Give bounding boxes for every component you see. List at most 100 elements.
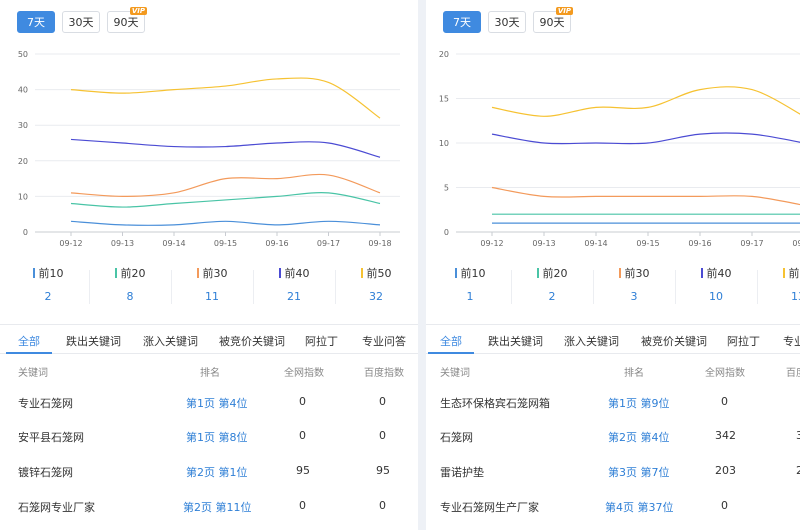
legend-item-top30[interactable]: 前30 11 — [171, 266, 253, 304]
tab-all[interactable]: 全部 — [440, 333, 462, 349]
legend-label: 前20 — [120, 267, 146, 280]
rank-link[interactable]: 第1页 第4位 — [186, 395, 248, 411]
ranking-trend-chart: 0 5 10 15 20 09-12 09-13 09-14 09-15 09-16 09-17 09… — [439, 50, 800, 248]
tab-dropped-keywords[interactable]: 跌出关键词 — [66, 333, 121, 349]
series-color-marker — [32, 268, 35, 278]
tab-aladdin[interactable]: 阿拉丁 — [305, 333, 338, 349]
all-index-cell: 0 — [299, 395, 306, 408]
legend-value: 10 — [709, 290, 723, 303]
tab-bidded-keywords[interactable]: 被竞价关键词 — [219, 333, 285, 349]
x-tick-label: 09-14 — [584, 239, 607, 248]
active-tab-indicator — [428, 352, 474, 354]
rank-link[interactable]: 第4页 第37位 — [605, 499, 674, 515]
vip-badge: VIP — [555, 7, 573, 15]
range-30d-button[interactable]: 30天 — [62, 11, 100, 33]
rank-link[interactable]: 第2页 第11位 — [183, 499, 252, 515]
legend: 前10 1 前20 2 前30 3 前40 10 前50 13 — [429, 266, 800, 304]
series-color-marker — [536, 268, 539, 278]
tab-bidded-keywords[interactable]: 被竞价关键词 — [641, 333, 707, 349]
series-line — [70, 192, 381, 208]
rank-link[interactable]: 第2页 第4位 — [608, 429, 670, 445]
x-tick-label: 09-16 — [688, 239, 711, 248]
column-keyword: 关键词 — [18, 368, 48, 379]
range-90d-button[interactable]: 90天 VIP — [107, 7, 147, 33]
legend-value: 2 — [44, 290, 52, 303]
y-tick-label: 30 — [18, 121, 28, 130]
tab-all[interactable]: 全部 — [18, 333, 40, 349]
tab-professional-qa[interactable]: 专业问答 — [783, 333, 800, 349]
tab-risen-keywords[interactable]: 涨入关键词 — [564, 333, 619, 349]
all-index-cell: 0 — [299, 429, 306, 442]
legend-label: 前20 — [542, 267, 568, 280]
ranking-panel-right: 7天 30天 90天 VIP 0 5 10 15 20 09-12 09-13 09-14 09-… — [426, 0, 800, 530]
y-tick-label: 10 — [18, 192, 28, 201]
column-all-index: 全网指数 — [284, 368, 324, 379]
legend-value: 2 — [548, 290, 556, 303]
series-color-marker — [700, 268, 703, 278]
keyword-cell[interactable]: 生态环保格宾石笼网箱 — [440, 395, 550, 411]
legend: 前10 2 前20 8 前30 11 前40 21 前50 32 — [7, 266, 417, 304]
y-tick-label: 20 — [18, 157, 28, 166]
x-tick-label: 09-14 — [162, 239, 185, 248]
range-30d-button[interactable]: 30天 — [488, 11, 526, 33]
legend-value: 1 — [466, 290, 474, 303]
all-index-cell: 342 — [715, 429, 736, 442]
range-7d-button[interactable]: 7天 — [443, 11, 481, 33]
rank-link[interactable]: 第3页 第7位 — [608, 464, 670, 480]
ranking-trend-chart: 0 10 20 30 40 50 09-12 09-13 09-14 09-15 09-16 09-1… — [18, 50, 400, 248]
legend-item-top30[interactable]: 前30 3 — [593, 266, 675, 304]
legend-value: 21 — [287, 290, 301, 303]
keyword-tabs: 全部 跌出关键词 涨入关键词 被竞价关键词 阿拉丁 专业问答 — [426, 325, 800, 354]
series-line — [70, 77, 381, 119]
legend-item-top50[interactable]: 前50 32 — [335, 266, 417, 304]
tab-risen-keywords[interactable]: 涨入关键词 — [143, 333, 198, 349]
legend-item-top40[interactable]: 前40 10 — [675, 266, 757, 304]
keyword-cell[interactable]: 雷诺护垫 — [440, 464, 484, 480]
all-index-cell: 0 — [721, 499, 728, 512]
rank-link[interactable]: 第1页 第8位 — [186, 429, 248, 445]
series-color-marker — [114, 268, 117, 278]
rank-link[interactable]: 第2页 第1位 — [186, 464, 248, 480]
legend-item-top20[interactable]: 前20 8 — [89, 266, 171, 304]
y-tick-label: 20 — [439, 50, 449, 59]
legend-label: 前30 — [202, 267, 228, 280]
range-7d-button[interactable]: 7天 — [17, 11, 55, 33]
column-baidu-index: 百度指数 — [364, 368, 404, 379]
all-index-cell: 203 — [715, 464, 736, 477]
range-90d-button[interactable]: 90天 VIP — [533, 7, 573, 33]
series-line — [491, 186, 800, 206]
keyword-cell[interactable]: 专业石笼网 — [18, 395, 73, 411]
legend-label: 前40 — [284, 267, 310, 280]
series-color-marker — [454, 268, 457, 278]
x-tick-label: 09-18 — [792, 239, 800, 248]
baidu-index-cell: 0 — [379, 429, 386, 442]
x-tick-label: 09-12 — [59, 239, 82, 248]
keyword-cell[interactable]: 安平县石笼网 — [18, 429, 84, 445]
y-tick-label: 0 — [444, 228, 449, 237]
column-rank: 排名 — [200, 368, 220, 379]
keyword-cell[interactable]: 石笼网专业厂家 — [18, 499, 95, 515]
y-tick-label: 10 — [439, 139, 449, 148]
all-index-cell: 0 — [299, 499, 306, 512]
keyword-cell[interactable]: 专业石笼网生产厂家 — [440, 499, 539, 515]
legend-item-top20[interactable]: 前20 2 — [511, 266, 593, 304]
ranking-panel-left: 7天 30天 90天 VIP 0 10 20 30 40 50 09-12 09-13 09-14… — [0, 0, 418, 530]
range-buttons: 7天 30天 90天 VIP — [17, 7, 147, 33]
legend-label: 前50 — [788, 267, 800, 280]
column-all-index: 全网指数 — [705, 368, 745, 379]
tab-aladdin[interactable]: 阿拉丁 — [727, 333, 760, 349]
series-line — [491, 86, 800, 117]
baidu-index-cell: 0 — [379, 499, 386, 512]
legend-item-top10[interactable]: 前10 1 — [429, 266, 511, 303]
tab-professional-qa[interactable]: 专业问答 — [362, 333, 406, 349]
rank-link[interactable]: 第1页 第9位 — [608, 395, 670, 411]
legend-item-top50[interactable]: 前50 13 — [757, 266, 800, 304]
x-tick-label: 09-12 — [480, 239, 503, 248]
column-baidu-index: 百度指数 — [786, 368, 800, 379]
keyword-cell[interactable]: 镀锌石笼网 — [18, 464, 73, 480]
legend-item-top10[interactable]: 前10 2 — [7, 266, 89, 303]
series-line — [70, 138, 381, 158]
tab-dropped-keywords[interactable]: 跌出关键词 — [488, 333, 543, 349]
legend-item-top40[interactable]: 前40 21 — [253, 266, 335, 304]
keyword-cell[interactable]: 石笼网 — [440, 429, 473, 445]
